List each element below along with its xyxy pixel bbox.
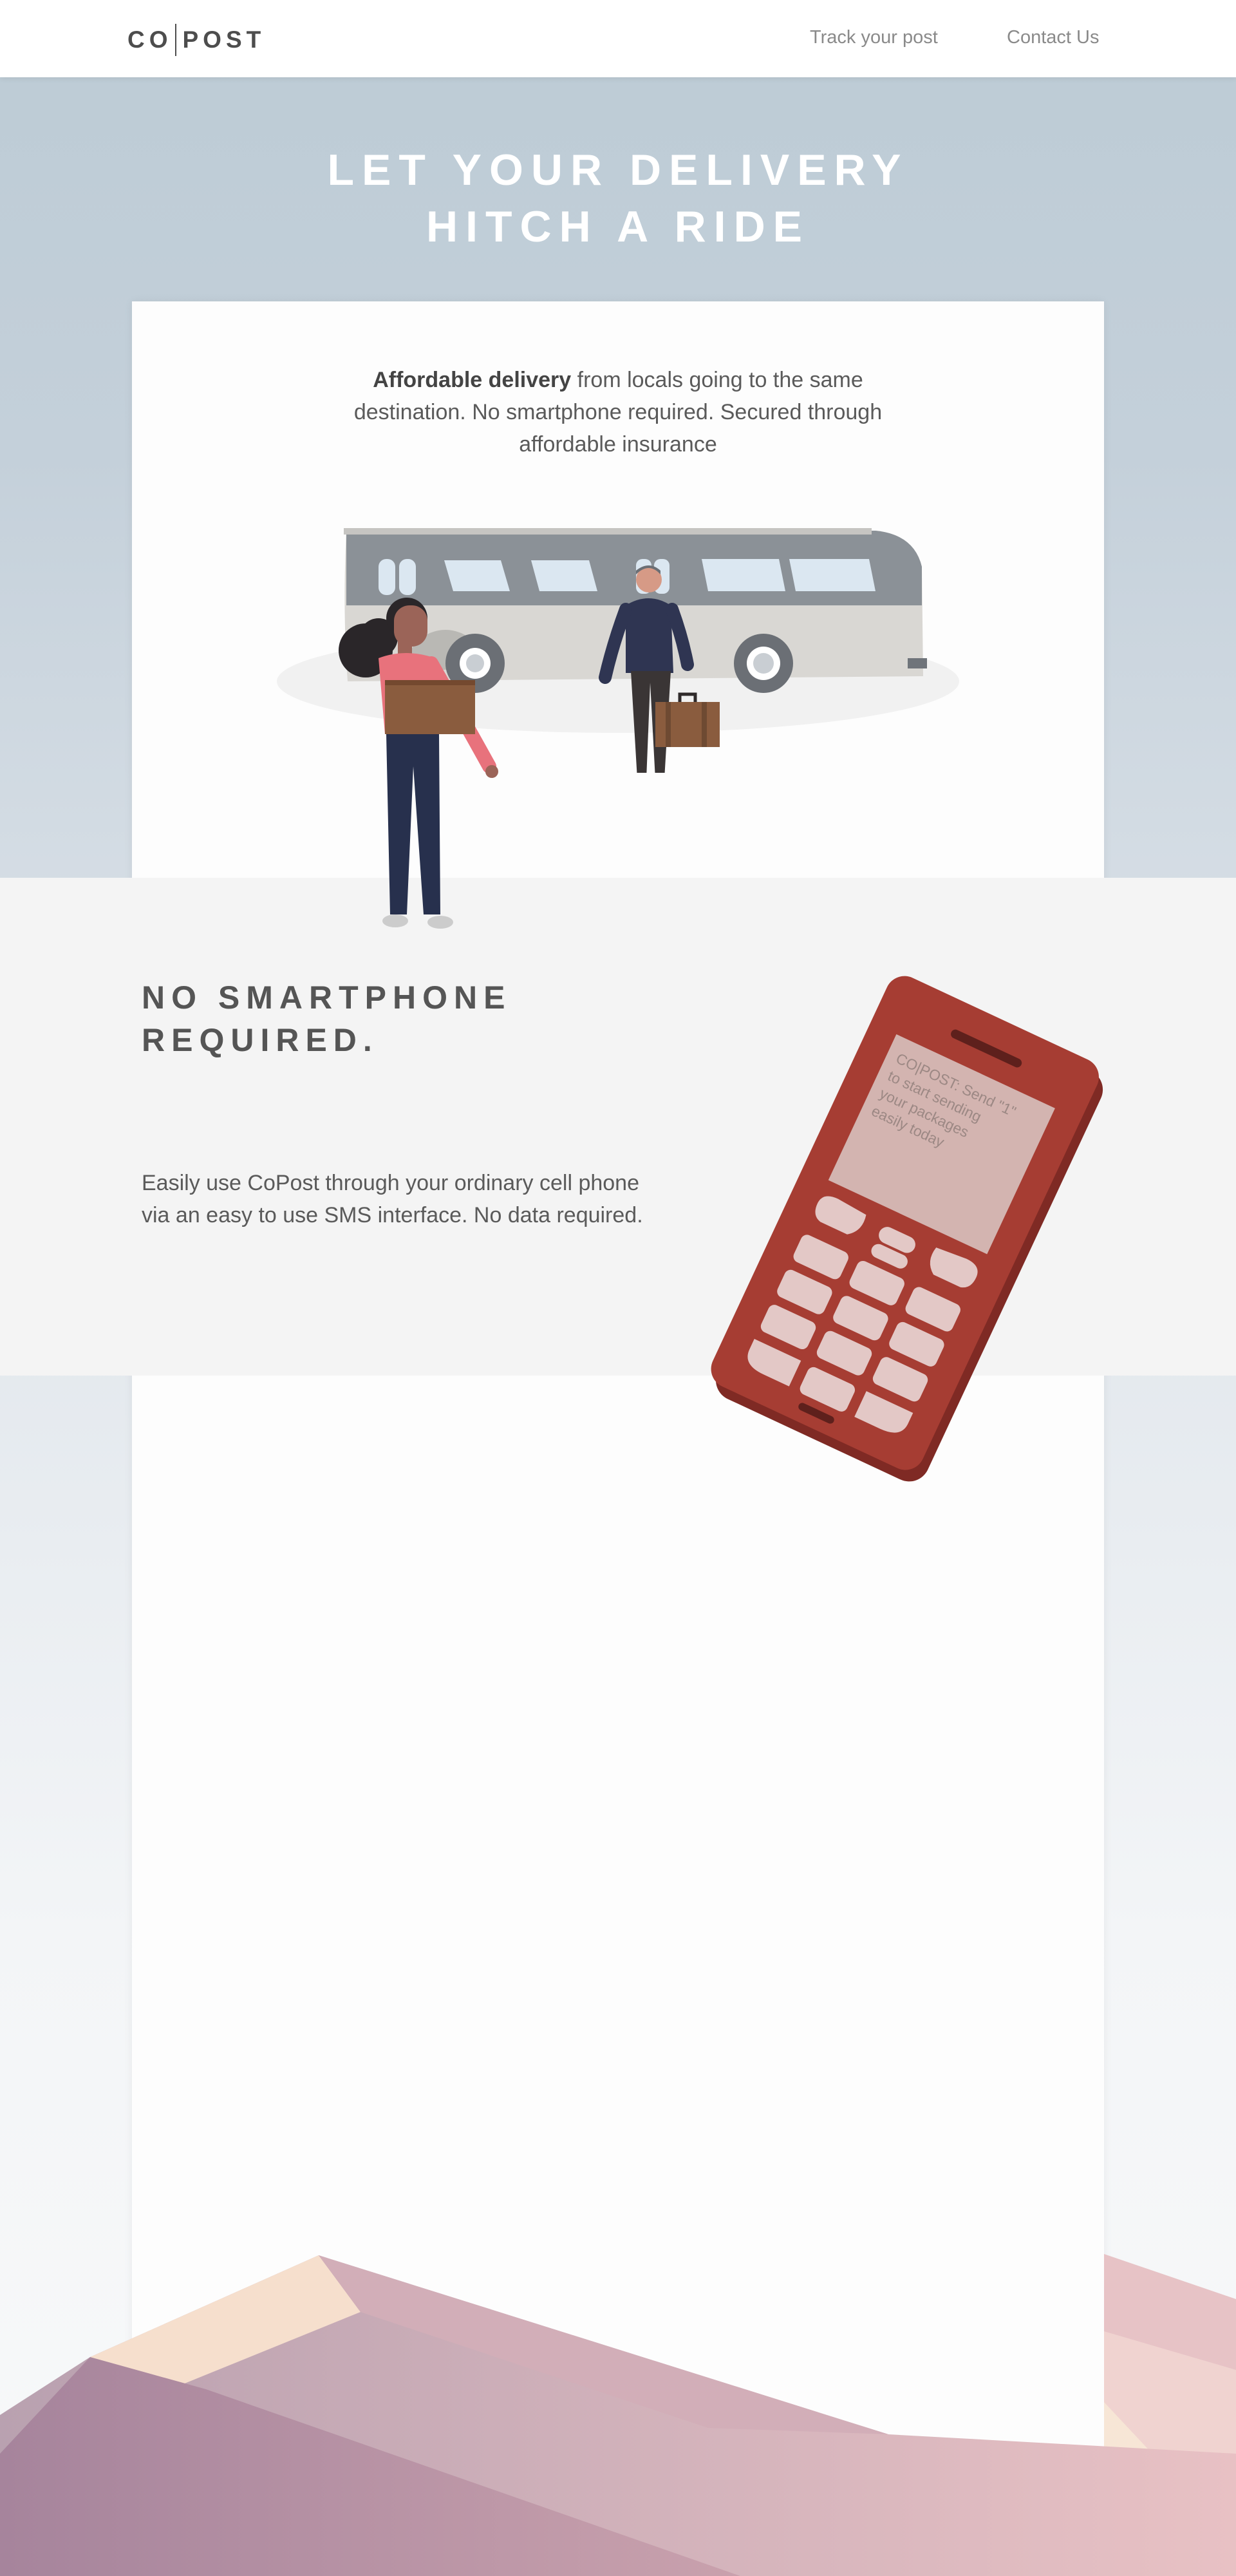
feature-title: NO SMARTPHONE REQUIRED. (142, 976, 511, 1061)
mountains-illustration (0, 2254, 1236, 2576)
hero-title-line2: HITCH A RIDE (426, 202, 810, 251)
phone-illustration: CO|POST: Send "1" to start sending your … (711, 976, 1103, 1482)
feature-title-line2: REQUIRED. (142, 1022, 379, 1058)
intro-bold: Affordable delivery (373, 368, 572, 392)
nav-link-track[interactable]: Track your post (810, 27, 938, 48)
navbar: CO POST Track your post Contact Us (0, 0, 1236, 77)
hero-title: LET YOUR DELIVERY HITCH A RIDE (0, 142, 1236, 255)
logo-divider (174, 24, 176, 56)
feature-title-line1: NO SMARTPHONE (142, 980, 512, 1016)
cell-phone-icon: CO|POST: Send "1" to start sending your … (711, 976, 1103, 1482)
logo-right: POST (182, 26, 266, 53)
logo-left: CO (127, 26, 173, 53)
nav-link-contact[interactable]: Contact Us (1007, 27, 1099, 48)
feature-text: Easily use CoPost through your ordinary … (142, 1171, 643, 1227)
intro-text: Affordable delivery from locals going to… (322, 364, 914, 460)
woman-with-box-icon (339, 598, 498, 929)
hero-title-line1: LET YOUR DELIVERY (327, 146, 909, 194)
logo[interactable]: CO POST (127, 24, 265, 56)
